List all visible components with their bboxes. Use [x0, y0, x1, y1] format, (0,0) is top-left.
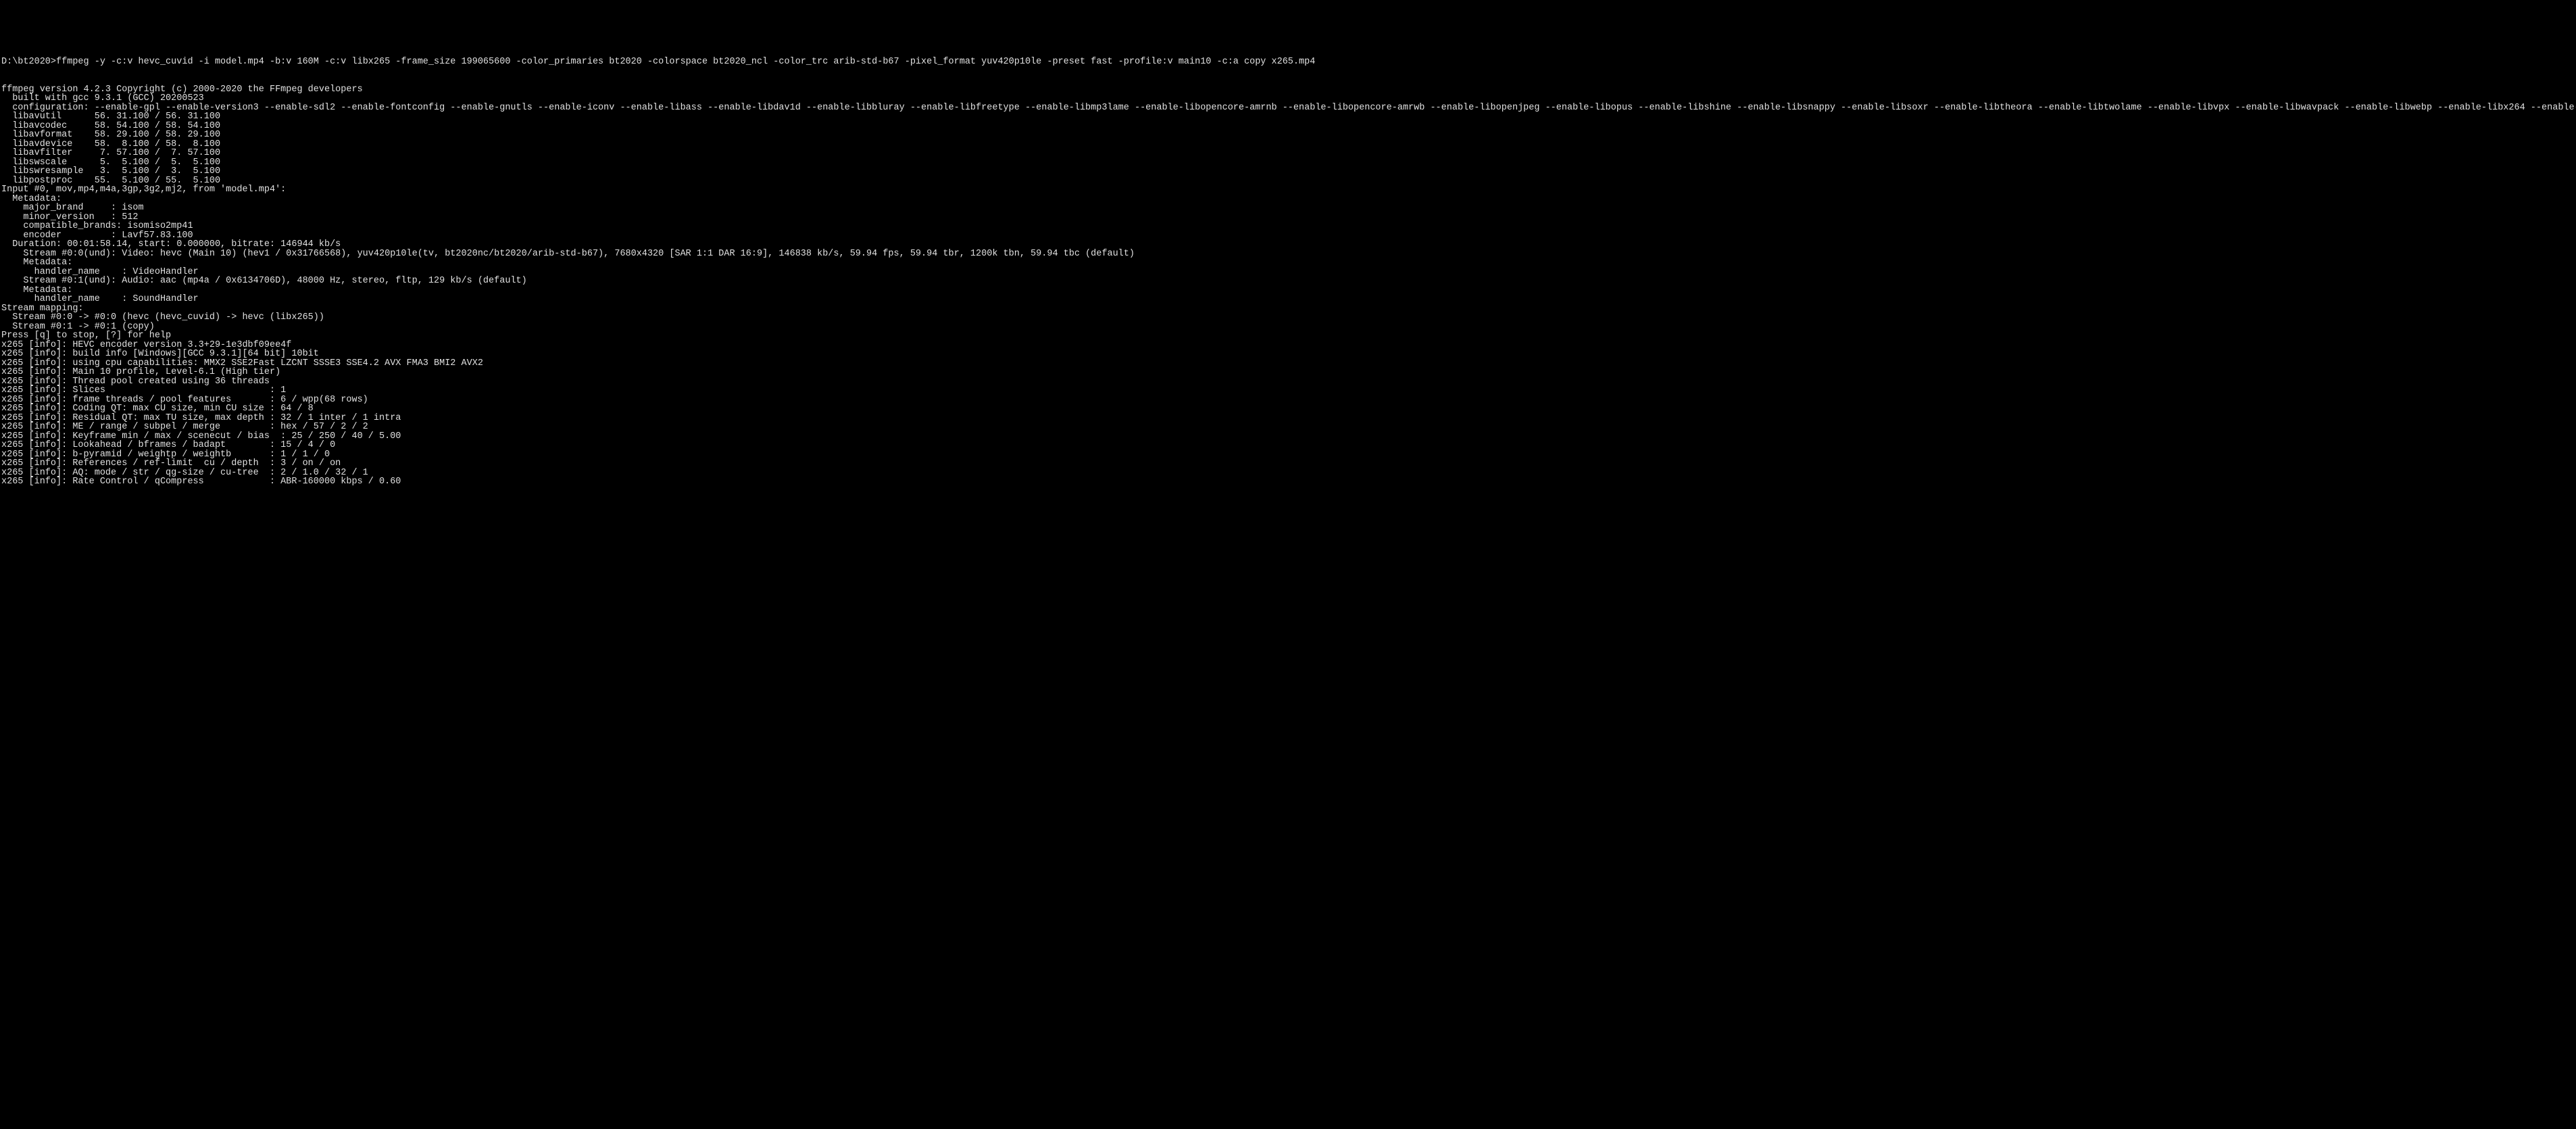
output-line: x265 [info]: frame threads / pool featur… [1, 395, 2575, 405]
output-line: handler_name : VideoHandler [1, 268, 2575, 277]
output-line: libavformat 58. 29.100 / 58. 29.100 [1, 130, 2575, 140]
shell-prompt: D:\bt2020> [1, 57, 56, 67]
output-line: Input #0, mov,mp4,m4a,3gp,3g2,mj2, from … [1, 185, 2575, 195]
prompt-line: D:\bt2020>ffmpeg -y -c:v hevc_cuvid -i m… [1, 57, 2575, 67]
output-line: compatible_brands: isomiso2mp41 [1, 222, 2575, 231]
output-line: major_brand : isom [1, 203, 2575, 213]
output-line: x265 [info]: HEVC encoder version 3.3+29… [1, 341, 2575, 350]
output-line: x265 [info]: Residual QT: max TU size, m… [1, 414, 2575, 423]
entered-command: ffmpeg -y -c:v hevc_cuvid -i model.mp4 -… [56, 57, 1315, 67]
output-line: x265 [info]: Slices : 1 [1, 386, 2575, 395]
output-line: built with gcc 9.3.1 (GCC) 20200523 [1, 94, 2575, 103]
output-line: x265 [info]: Rate Control / qCompress : … [1, 477, 2575, 487]
output-line: Stream mapping: [1, 304, 2575, 314]
output-line: libavfilter 7. 57.100 / 7. 57.100 [1, 149, 2575, 158]
output-line: x265 [info]: Coding QT: max CU size, min… [1, 404, 2575, 414]
output-line: x265 [info]: build info [Windows][GCC 9.… [1, 350, 2575, 359]
output-line: Press [q] to stop, [?] for help [1, 331, 2575, 341]
output-line: Metadata: [1, 258, 2575, 268]
output-line: Stream #0:0 -> #0:0 (hevc (hevc_cuvid) -… [1, 313, 2575, 322]
output-line: x265 [info]: References / ref-limit cu /… [1, 459, 2575, 469]
output-line: minor_version : 512 [1, 213, 2575, 222]
output-line: Stream #0:1 -> #0:1 (copy) [1, 322, 2575, 332]
output-line: libswscale 5. 5.100 / 5. 5.100 [1, 158, 2575, 168]
output-line: encoder : Lavf57.83.100 [1, 231, 2575, 241]
output-line: handler_name : SoundHandler [1, 295, 2575, 304]
output-line: Metadata: [1, 195, 2575, 204]
output-line: x265 [info]: Lookahead / bframes / badap… [1, 441, 2575, 450]
output-line: Stream #0:1(und): Audio: aac (mp4a / 0x6… [1, 277, 2575, 286]
output-line: x265 [info]: Keyframe min / max / scenec… [1, 432, 2575, 441]
output-lines-container: ffmpeg version 4.2.3 Copyright (c) 2000-… [1, 85, 2575, 487]
output-line: libavdevice 58. 8.100 / 58. 8.100 [1, 140, 2575, 149]
output-line: x265 [info]: AQ: mode / str / qg-size / … [1, 469, 2575, 478]
output-line: x265 [info]: Thread pool created using 3… [1, 377, 2575, 387]
terminal-output[interactable]: D:\bt2020>ffmpeg -y -c:v hevc_cuvid -i m… [0, 37, 2576, 498]
output-line: x265 [info]: using cpu capabilities: MMX… [1, 359, 2575, 368]
output-line: configuration: --enable-gpl --enable-ver… [1, 103, 2575, 113]
output-line: x265 [info]: b-pyramid / weightp / weigh… [1, 450, 2575, 460]
output-line: Duration: 00:01:58.14, start: 0.000000, … [1, 240, 2575, 249]
output-line: x265 [info]: ME / range / subpel / merge… [1, 423, 2575, 432]
output-line: libavcodec 58. 54.100 / 58. 54.100 [1, 122, 2575, 131]
output-line: libpostproc 55. 5.100 / 55. 5.100 [1, 176, 2575, 186]
output-line: x265 [info]: Main 10 profile, Level-6.1 … [1, 368, 2575, 377]
output-line: Stream #0:0(und): Video: hevc (Main 10) … [1, 249, 2575, 259]
output-line: Metadata: [1, 286, 2575, 295]
output-line: ffmpeg version 4.2.3 Copyright (c) 2000-… [1, 85, 2575, 95]
output-line: libswresample 3. 5.100 / 3. 5.100 [1, 167, 2575, 176]
output-line: libavutil 56. 31.100 / 56. 31.100 [1, 112, 2575, 122]
